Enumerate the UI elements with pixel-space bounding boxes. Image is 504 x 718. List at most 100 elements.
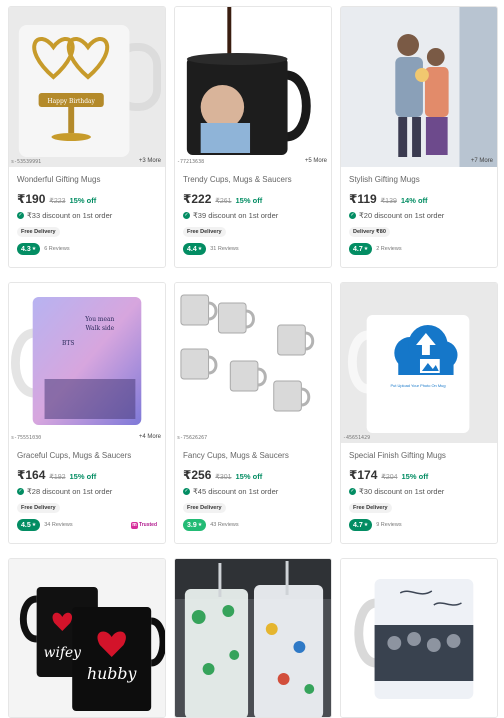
mall-logo-icon: m (130, 521, 138, 529)
check-icon: ✓ (17, 488, 24, 495)
product-mrp: ₹301 (215, 474, 232, 481)
delivery-badge: Free Delivery (183, 503, 226, 513)
product-image[interactable]: You mean Walk side BTS s-75551030 +4 Mor… (9, 283, 165, 443)
product-card[interactable] (340, 558, 498, 718)
reviews-count: 31 Reviews (210, 246, 239, 252)
check-icon: ✓ (349, 488, 356, 495)
product-card[interactable]: Put Upload Your Photo On Mug -45651429 S… (340, 282, 498, 544)
product-card[interactable] (174, 558, 332, 718)
product-discount-percent: 14% off (400, 196, 428, 205)
product-title[interactable]: Wonderful Gifting Mugs (17, 175, 157, 186)
product-discount-percent: 15% off (235, 196, 263, 205)
first-order-discount: ₹28 discount on 1st order (27, 487, 113, 496)
product-discount-percent: 15% off (69, 472, 97, 481)
product-discount-percent: 15% off (235, 472, 263, 481)
product-image[interactable]: Put Upload Your Photo On Mug -45651429 (341, 283, 497, 443)
reviews-count: 34 Reviews (44, 522, 73, 528)
rating-badge: 4.4 ★ (183, 243, 207, 255)
rating-value: 4.5 (21, 521, 31, 529)
product-title[interactable]: Trendy Cups, Mugs & Saucers (183, 175, 323, 186)
product-price: ₹222 (183, 192, 212, 206)
product-mrp: ₹192 (49, 474, 66, 481)
first-order-discount: ₹30 discount on 1st order (359, 487, 445, 496)
more-variants-label[interactable]: +4 More (139, 434, 161, 440)
rating-badge: 3.9 ★ (183, 519, 207, 531)
product-card[interactable]: Happy Birthday s-53539991 +3 More Wonder… (8, 6, 166, 268)
product-price: ₹119 (349, 192, 377, 206)
sku-code: -45651429 (343, 435, 371, 441)
mug-print-text: Happy Birthday (48, 98, 96, 105)
delivery-badge: Free Delivery (17, 503, 60, 513)
product-image[interactable] (341, 559, 497, 717)
delivery-badge: Free Delivery (17, 227, 60, 237)
product-discount-percent: 15% off (69, 196, 97, 205)
reviews-count: 9 Reviews (376, 522, 402, 528)
product-card[interactable]: +7 More Stylish Gifting Mugs ₹119 ₹139 1… (340, 6, 498, 268)
product-title[interactable]: Special Finish Gifting Mugs (349, 451, 489, 462)
rating-badge: 4.5 ★ (17, 519, 41, 531)
mug-print-text: BTS (62, 340, 74, 347)
first-order-discount: ₹33 discount on 1st order (27, 211, 113, 220)
product-image[interactable] (175, 559, 331, 717)
sku-code: s-75551030 (11, 435, 42, 441)
more-variants-label[interactable]: +7 More (471, 158, 493, 164)
mall-label: Trusted (138, 522, 157, 528)
rating-value: 3.9 (187, 521, 197, 529)
mug-print-text: wifey (44, 645, 81, 661)
product-image[interactable]: wifey hubby (9, 559, 165, 717)
product-image[interactable]: -77213638 +5 More (175, 7, 331, 167)
reviews-count: 2 Reviews (376, 246, 402, 252)
product-title[interactable]: Fancy Cups, Mugs & Saucers (183, 451, 323, 462)
product-image[interactable]: +7 More (341, 7, 497, 167)
check-icon: ✓ (17, 212, 24, 219)
product-price: ₹190 (17, 192, 46, 206)
sku-code: -77213638 (177, 159, 205, 165)
delivery-badge: Free Delivery (183, 227, 226, 237)
product-grid: Happy Birthday s-53539991 +3 More Wonder… (0, 0, 504, 718)
product-mrp: ₹204 (381, 474, 398, 481)
sku-code: s-75626267 (177, 435, 208, 441)
product-mrp: ₹261 (215, 198, 232, 205)
product-price: ₹164 (17, 468, 46, 482)
check-icon: ✓ (349, 212, 356, 219)
first-order-discount: ₹39 discount on 1st order (193, 211, 279, 220)
rating-badge: 4.7 ★ (349, 243, 373, 255)
star-icon: ★ (31, 246, 37, 252)
product-price: ₹256 (183, 468, 212, 482)
check-icon: ✓ (183, 212, 190, 219)
first-order-discount: ₹20 discount on 1st order (359, 211, 445, 220)
star-icon: ★ (197, 522, 203, 528)
star-icon: ★ (363, 246, 369, 252)
product-mrp: ₹223 (49, 198, 66, 205)
sku-code: s-53539991 (11, 159, 42, 165)
rating-value: 4.7 (353, 521, 363, 529)
rating-badge: 4.3 ★ (17, 243, 41, 255)
mug-print-text: You mean (84, 316, 114, 323)
star-icon: ★ (31, 522, 37, 528)
product-price: ₹174 (349, 468, 378, 482)
delivery-badge: Free Delivery (349, 503, 392, 513)
rating-badge: 4.7 ★ (349, 519, 373, 531)
rating-value: 4.4 (187, 245, 197, 253)
product-card[interactable]: wifey hubby (8, 558, 166, 718)
product-card[interactable]: -77213638 +5 More Trendy Cups, Mugs & Sa… (174, 6, 332, 268)
reviews-count: 43 Reviews (210, 522, 239, 528)
more-variants-label[interactable]: +3 More (139, 158, 161, 164)
mug-print-text: hubby (87, 664, 137, 683)
product-title[interactable]: Graceful Cups, Mugs & Saucers (17, 451, 157, 462)
more-variants-label[interactable]: +5 More (305, 158, 327, 164)
mall-trusted-badge: m Trusted (130, 521, 157, 529)
rating-value: 4.3 (21, 245, 31, 253)
star-icon: ★ (363, 522, 369, 528)
product-card[interactable]: You mean Walk side BTS s-75551030 +4 Mor… (8, 282, 166, 544)
product-title[interactable]: Stylish Gifting Mugs (349, 175, 489, 186)
product-mrp: ₹139 (380, 198, 397, 205)
first-order-discount: ₹45 discount on 1st order (193, 487, 279, 496)
reviews-count: 6 Reviews (44, 246, 70, 252)
delivery-badge: Delivery ₹80 (349, 227, 390, 237)
mug-print-text: Put Upload Your Photo On Mug (390, 383, 445, 388)
product-card[interactable]: s-75626267 Fancy Cups, Mugs & Saucers ₹2… (174, 282, 332, 544)
product-image[interactable]: s-75626267 (175, 283, 331, 443)
check-icon: ✓ (183, 488, 190, 495)
product-image[interactable]: Happy Birthday s-53539991 +3 More (9, 7, 165, 167)
